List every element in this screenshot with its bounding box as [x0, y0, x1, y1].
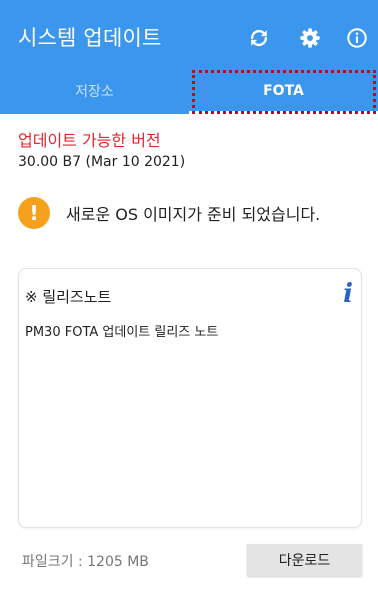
release-notes-title: ※ 릴리즈노트	[25, 288, 112, 306]
info-button[interactable]	[344, 25, 370, 51]
file-size-label: 파일크기 : 1205 MB	[22, 554, 149, 570]
settings-gear-icon	[300, 28, 320, 48]
release-notes-body: PM30 FOTA 업데이트 릴리즈 노트	[25, 325, 219, 340]
tab-storage[interactable]: 저장소	[0, 68, 189, 114]
notice-text: 새로운 OS 이미지가 준비 되었습니다.	[66, 205, 321, 224]
app-title: 시스템 업데이트	[18, 26, 162, 50]
update-notice: ! 새로운 OS 이미지가 준비 되었습니다.	[18, 197, 320, 229]
tab-selected-indicator	[189, 111, 378, 114]
download-button[interactable]: 다운로드	[247, 544, 362, 576]
warning-icon: !	[18, 197, 50, 229]
available-version-heading: 업데이트 가능한 버전	[18, 131, 161, 150]
info-circle-icon	[347, 28, 367, 48]
available-version-value: 30.00 B7 (Mar 10 2021)	[18, 154, 186, 170]
release-notes-card: ※ 릴리즈노트 i PM30 FOTA 업데이트 릴리즈 노트	[18, 268, 362, 528]
app-bar: 시스템 업데이트 저장소 FOTA	[0, 0, 378, 114]
release-notes-info-icon[interactable]: i	[343, 279, 353, 309]
refresh-icon	[250, 29, 268, 47]
tab-fota[interactable]: FOTA	[189, 68, 378, 114]
refresh-button[interactable]	[246, 25, 272, 51]
settings-button[interactable]	[297, 25, 323, 51]
